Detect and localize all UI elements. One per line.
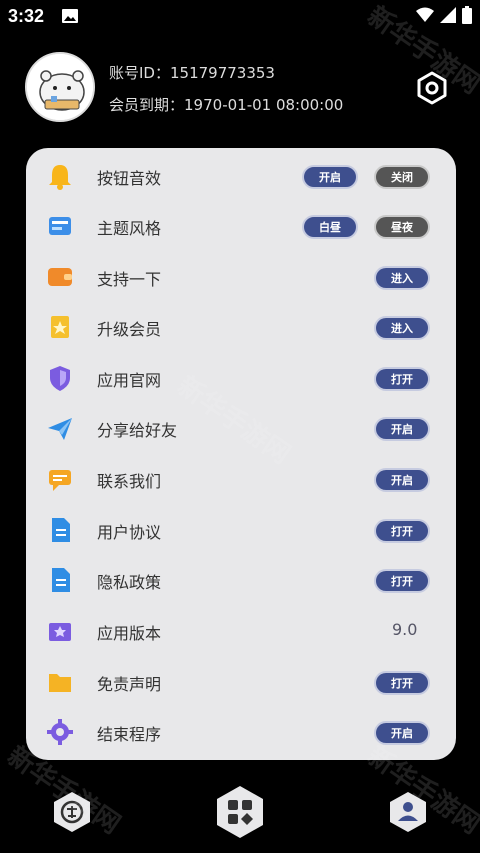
menu-row-button-sound: 按钮音效 开启 关闭 bbox=[26, 151, 456, 201]
account-id-line: 账号ID：15179773353 bbox=[109, 62, 275, 83]
membership-expire-value: 1970-01-01 08:00:00 bbox=[184, 96, 344, 114]
exit-app-button[interactable]: 开启 bbox=[374, 721, 430, 745]
user-agreement-open-button[interactable]: 打开 bbox=[374, 519, 430, 543]
hamster-avatar-icon bbox=[27, 54, 93, 120]
share-button[interactable]: 开启 bbox=[374, 417, 430, 441]
menu-row-exit: 结束程序 开启 bbox=[26, 707, 456, 757]
settings-panel: 按钮音效 开启 关闭 主题风格 白昼 昼夜 支持一下 进入 升级会员 进入 应用… bbox=[26, 148, 456, 760]
menu-label: 主题风格 bbox=[97, 219, 162, 238]
theme-icon bbox=[49, 217, 71, 235]
sound-off-button[interactable]: 关闭 bbox=[374, 165, 430, 189]
app-version-value: 9.0 bbox=[392, 620, 418, 639]
status-time: 3:32 bbox=[8, 6, 45, 26]
contact-button[interactable]: 开启 bbox=[374, 468, 430, 492]
account-id-value: 15179773353 bbox=[169, 64, 275, 82]
apps-grid-icon[interactable] bbox=[212, 784, 268, 840]
user-profile-icon[interactable] bbox=[386, 790, 430, 834]
settings-hexagon-icon[interactable] bbox=[414, 70, 450, 106]
menu-row-app-version: 应用版本 9.0 bbox=[26, 606, 456, 656]
menu-label: 结束程序 bbox=[97, 725, 162, 744]
menu-label: 升级会员 bbox=[97, 320, 162, 339]
account-id-label: 账号ID： bbox=[109, 64, 170, 82]
free-badge-icon[interactable] bbox=[50, 790, 94, 834]
version-icon bbox=[49, 623, 71, 641]
menu-row-contact: 联系我们 开启 bbox=[26, 454, 456, 504]
support-enter-button[interactable]: 进入 bbox=[374, 266, 430, 290]
status-bar: 3:32 bbox=[0, 0, 480, 34]
gear-icon bbox=[47, 719, 73, 745]
disclaimer-open-button[interactable]: 打开 bbox=[374, 671, 430, 695]
membership-expire-label: 会员到期： bbox=[109, 96, 185, 114]
signal-icon bbox=[440, 7, 456, 23]
chat-icon bbox=[49, 470, 71, 491]
menu-label: 用户协议 bbox=[97, 523, 162, 542]
menu-row-support: 支持一下 进入 bbox=[26, 252, 456, 302]
document-icon bbox=[52, 568, 70, 592]
gallery-icon bbox=[62, 9, 78, 23]
menu-label: 支持一下 bbox=[97, 270, 162, 289]
menu-row-theme: 主题风格 白昼 昼夜 bbox=[26, 201, 456, 251]
bell-icon bbox=[49, 165, 71, 190]
theme-day-button[interactable]: 白昼 bbox=[302, 215, 358, 239]
menu-row-privacy-policy: 隐私政策 打开 bbox=[26, 555, 456, 605]
wifi-icon bbox=[416, 7, 434, 22]
avatar[interactable] bbox=[25, 52, 95, 122]
theme-night-button[interactable]: 昼夜 bbox=[374, 215, 430, 239]
menu-row-user-agreement: 用户协议 打开 bbox=[26, 505, 456, 555]
membership-expire-line: 会员到期：1970-01-01 08:00:00 bbox=[109, 94, 343, 115]
menu-label: 按钮音效 bbox=[97, 169, 162, 188]
folder-icon bbox=[49, 674, 71, 692]
menu-label: 分享给好友 bbox=[97, 421, 178, 440]
paper-plane-icon bbox=[48, 418, 72, 440]
website-open-button[interactable]: 打开 bbox=[374, 367, 430, 391]
menu-label: 隐私政策 bbox=[97, 573, 162, 592]
menu-label: 应用版本 bbox=[97, 624, 162, 643]
vip-card-icon bbox=[51, 316, 69, 338]
bottom-nav bbox=[0, 772, 480, 852]
menu-label: 联系我们 bbox=[97, 472, 162, 491]
menu-row-website: 应用官网 打开 bbox=[26, 353, 456, 403]
shield-icon bbox=[50, 366, 70, 391]
upgrade-enter-button[interactable]: 进入 bbox=[374, 316, 430, 340]
profile-header: 账号ID：15179773353 会员到期：1970-01-01 08:00:0… bbox=[0, 46, 480, 136]
privacy-policy-open-button[interactable]: 打开 bbox=[374, 569, 430, 593]
menu-row-disclaimer: 免责声明 打开 bbox=[26, 657, 456, 707]
menu-label: 应用官网 bbox=[97, 371, 162, 390]
battery-icon bbox=[462, 6, 472, 24]
document-icon bbox=[52, 518, 70, 542]
menu-label: 免责声明 bbox=[97, 675, 162, 694]
sound-on-button[interactable]: 开启 bbox=[302, 165, 358, 189]
menu-row-share: 分享给好友 开启 bbox=[26, 403, 456, 453]
wallet-icon bbox=[48, 268, 72, 286]
menu-row-upgrade-vip: 升级会员 进入 bbox=[26, 302, 456, 352]
